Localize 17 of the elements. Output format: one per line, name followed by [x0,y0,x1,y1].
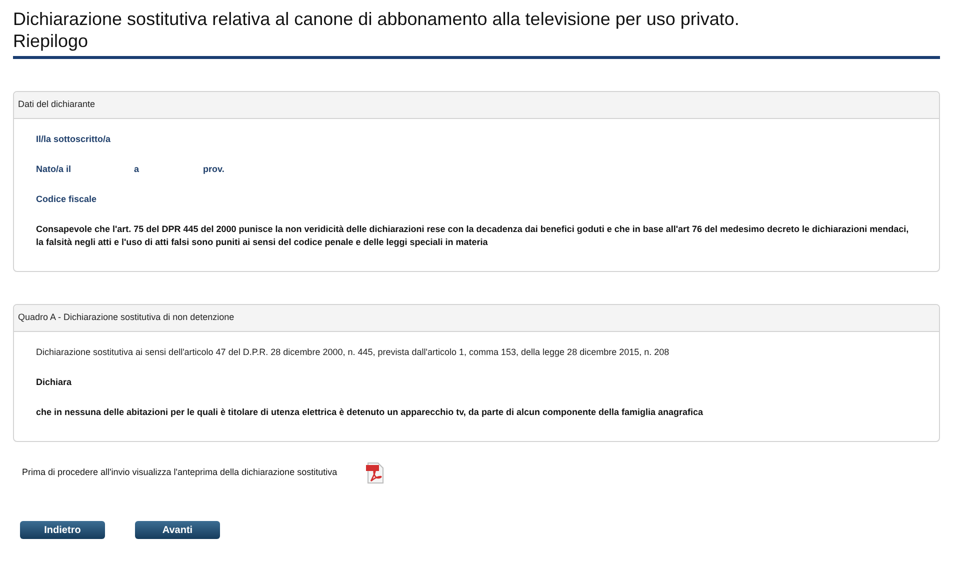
form-text: Dichiara [36,376,72,389]
preview-text: Prima di procedere all'invio visualizza l'anteprima della dichiarazione sostitutiva [22,466,338,480]
form-text: Consapevole che l'art. 75 del DPR 445 del 2000 punisce la non veridicità delle dichiarazioni rese con la decadenza dai benefici goduti e che in base all'art 76 del medesimo decreto le dichiarazioni mendaci, la falsità negli atti e l'uso di atti falsi sono puniti ai sensi del codice penale e delle leggi speciali in materia [36,223,910,249]
form-text: Dichiarazione sostitutiva ai sensi dell'articolo 47 del D.P.R. 28 dicembre 2000, n. 445, prevista dall'articolo 1, comma 153, della legge 28 dicembre 2015, n. 208 [36,346,670,359]
section-header: Dati del dichiarante [14,92,939,119]
page-title: Riepilogo [13,30,90,52]
form-text: a [134,163,140,176]
nav-button[interactable]: Indietro [20,521,105,539]
form-text: Il/la sottoscritto/a [36,133,111,146]
form-text: Codice fiscale [36,193,97,206]
form-text: che in nessuna delle abitazioni per le quali è titolare di utenza elettrica è detenuto un apparecchio tv, da parte di alcun componente della famiglia anagrafica [36,406,703,419]
section-header: Quadro A - Dichiarazione sostitutiva di non detenzione [14,305,939,332]
nav-button[interactable]: Avanti [135,521,220,539]
pdf-file-icon[interactable] [365,462,386,484]
form-text: prov. [203,163,224,176]
page-title: Dichiarazione sostitutiva relativa al canone di abbonamento alla televisione per uso privato. [13,8,740,30]
form-text: Nato/a il [36,163,72,176]
